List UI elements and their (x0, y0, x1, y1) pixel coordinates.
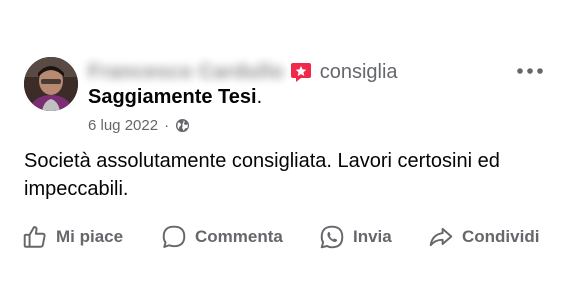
meta-separator: · (164, 116, 170, 134)
author-avatar[interactable] (24, 57, 78, 111)
avatar-photo (24, 57, 78, 111)
recommend-label: consiglia (319, 60, 398, 83)
recommended-page: Saggiamente Tesi. (88, 86, 262, 109)
more-options-icon (517, 68, 543, 74)
globe-icon[interactable] (175, 118, 190, 133)
like-label: Mi piace (56, 227, 124, 246)
thumbs-up-icon (23, 226, 46, 248)
send-label: Invia (353, 227, 392, 246)
author-name[interactable]: Francesco Cardullo (88, 61, 284, 84)
page-name-suffix: . (256, 86, 263, 108)
post-header: Francesco Cardullo consiglia (88, 58, 398, 86)
recommend-badge-icon (290, 63, 311, 82)
comment-label: Commenta (195, 227, 283, 246)
comment-icon (162, 225, 186, 248)
post-text: Società assolutamente consigliata. Lavor… (24, 150, 500, 200)
post-date[interactable]: 6 lug 2022 (88, 117, 158, 134)
whatsapp-icon (320, 225, 344, 249)
share-arrow-icon (429, 227, 453, 247)
share-label: Condividi (462, 227, 540, 246)
share-button[interactable]: Condividi (428, 220, 539, 254)
post-actions-bar: Mi piace Commenta Invia Condividi (0, 220, 563, 254)
like-button[interactable]: Mi piace (22, 220, 123, 254)
send-button[interactable]: Invia (319, 220, 392, 254)
more-options-button[interactable] (513, 62, 547, 80)
post-meta: 6 lug 2022 · (88, 115, 190, 135)
comment-button[interactable]: Commenta (161, 220, 283, 254)
page-name-link[interactable]: Saggiamente Tesi (88, 86, 257, 108)
